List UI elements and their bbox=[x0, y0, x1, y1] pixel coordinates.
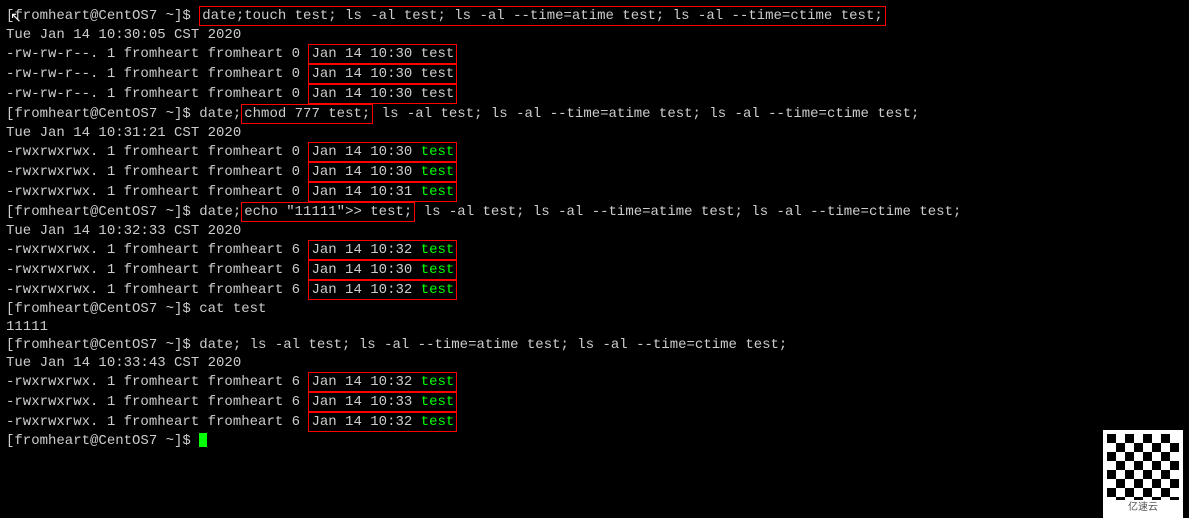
ls-output: -rwxrwxrwx. 1 fromheart fromheart 0 Jan … bbox=[6, 162, 1183, 182]
ls-output: -rwxrwxrwx. 1 fromheart fromheart 6 Jan … bbox=[6, 280, 1183, 300]
filename: test bbox=[421, 164, 455, 180]
terminal-line: [fromheart@CentOS7 ~]$ date;touch test; … bbox=[6, 6, 1183, 26]
prompt: [fromheart@CentOS7 ~]$ bbox=[6, 204, 199, 220]
prompt: [fromheart@CentOS7 ~]$ bbox=[6, 8, 199, 24]
date-output: Tue Jan 14 10:33:43 CST 2020 bbox=[6, 354, 1183, 372]
ls-output: -rwxrwxrwx. 1 fromheart fromheart 6 Jan … bbox=[6, 240, 1183, 260]
prompt: [fromheart@CentOS7 ~]$ bbox=[6, 301, 199, 317]
terminal-cursor-icon bbox=[199, 433, 207, 447]
highlighted-time: Jan 14 10:30 test bbox=[308, 142, 457, 162]
date-output: Tue Jan 14 10:30:05 CST 2020 bbox=[6, 26, 1183, 44]
highlighted-time: Jan 14 10:30 test bbox=[308, 64, 457, 84]
prompt: [fromheart@CentOS7 ~]$ bbox=[6, 433, 199, 449]
ls-output: -rwxrwxrwx. 1 fromheart fromheart 6 Jan … bbox=[6, 260, 1183, 280]
highlighted-time: Jan 14 10:33 test bbox=[308, 392, 457, 412]
prompt: [fromheart@CentOS7 ~]$ bbox=[6, 106, 199, 122]
ls-output: -rw-rw-r--. 1 fromheart fromheart 0 Jan … bbox=[6, 84, 1183, 104]
qr-code-icon bbox=[1103, 430, 1183, 510]
ls-output: -rwxrwxrwx. 1 fromheart fromheart 6 Jan … bbox=[6, 372, 1183, 392]
date-output: Tue Jan 14 10:32:33 CST 2020 bbox=[6, 222, 1183, 240]
prompt: [fromheart@CentOS7 ~]$ bbox=[6, 337, 199, 353]
watermark-label: 亿速云 bbox=[1103, 500, 1183, 518]
highlighted-command: chmod 777 test; bbox=[241, 104, 373, 124]
ls-output: -rw-rw-r--. 1 fromheart fromheart 0 Jan … bbox=[6, 64, 1183, 84]
ls-output: -rwxrwxrwx. 1 fromheart fromheart 0 Jan … bbox=[6, 182, 1183, 202]
cat-output: 11111 bbox=[6, 318, 1183, 336]
terminal-line[interactable]: [fromheart@CentOS7 ~]$ bbox=[6, 432, 1183, 450]
highlighted-time: Jan 14 10:32 test bbox=[308, 240, 457, 260]
highlighted-time: Jan 14 10:32 test bbox=[308, 280, 457, 300]
terminal-line: [fromheart@CentOS7 ~]$ date; ls -al test… bbox=[6, 336, 1183, 354]
filename: test bbox=[421, 144, 455, 160]
filename: test bbox=[421, 374, 455, 390]
highlighted-time: Jan 14 10:32 test bbox=[308, 372, 457, 392]
ls-output: -rwxrwxrwx. 1 fromheart fromheart 0 Jan … bbox=[6, 142, 1183, 162]
ls-output: -rw-rw-r--. 1 fromheart fromheart 0 Jan … bbox=[6, 44, 1183, 64]
mouse-cursor-icon: ↖ bbox=[10, 10, 22, 28]
filename: test bbox=[421, 414, 455, 430]
highlighted-time: Jan 14 10:30 test bbox=[308, 162, 457, 182]
ls-output: -rwxrwxrwx. 1 fromheart fromheart 6 Jan … bbox=[6, 392, 1183, 412]
terminal-line: [fromheart@CentOS7 ~]$ date;echo "11111"… bbox=[6, 202, 1183, 222]
highlighted-time: Jan 14 10:30 test bbox=[308, 84, 457, 104]
filename: test bbox=[421, 262, 455, 278]
highlighted-time: Jan 14 10:31 test bbox=[308, 182, 457, 202]
terminal-line: [fromheart@CentOS7 ~]$ date;chmod 777 te… bbox=[6, 104, 1183, 124]
date-output: Tue Jan 14 10:31:21 CST 2020 bbox=[6, 124, 1183, 142]
highlighted-time: Jan 14 10:30 test bbox=[308, 44, 457, 64]
highlighted-time: Jan 14 10:30 test bbox=[308, 260, 457, 280]
highlighted-time: Jan 14 10:32 test bbox=[308, 412, 457, 432]
terminal-line: [fromheart@CentOS7 ~]$ cat test bbox=[6, 300, 1183, 318]
filename: test bbox=[421, 242, 455, 258]
filename: test bbox=[421, 184, 455, 200]
ls-output: -rwxrwxrwx. 1 fromheart fromheart 6 Jan … bbox=[6, 412, 1183, 432]
highlighted-command: echo "11111">> test; bbox=[241, 202, 415, 222]
highlighted-command: date;touch test; ls -al test; ls -al --t… bbox=[199, 6, 886, 26]
filename: test bbox=[421, 394, 455, 410]
filename: test bbox=[421, 282, 455, 298]
